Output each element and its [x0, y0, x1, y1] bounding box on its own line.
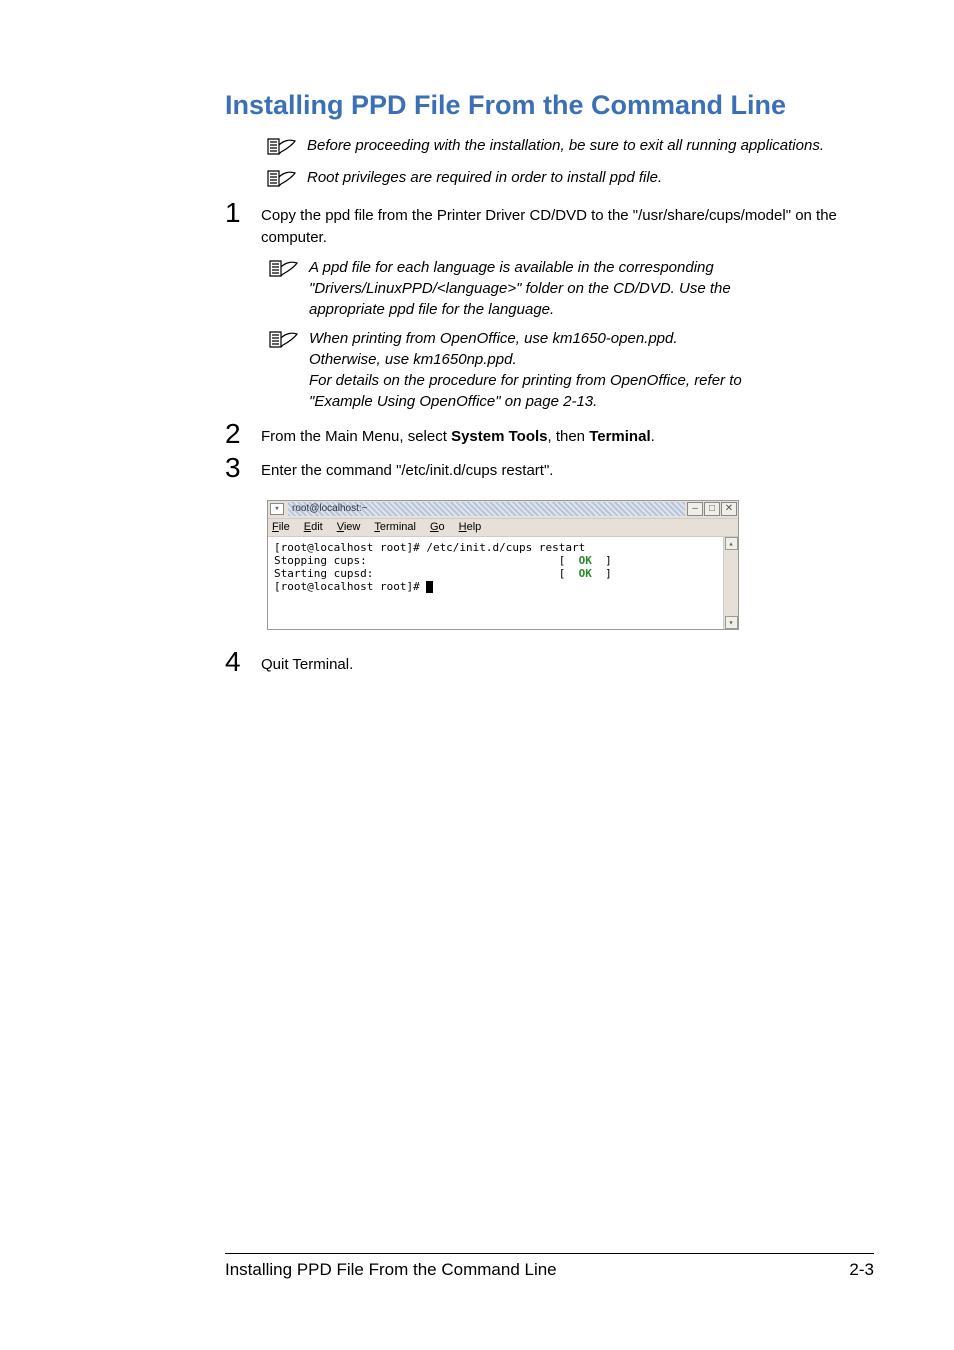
maximize-button[interactable]: □ — [704, 502, 720, 516]
page-heading: Installing PPD File From the Command Lin… — [225, 90, 874, 121]
note-icon — [265, 135, 301, 157]
step-4: 4 Quit Terminal. — [225, 648, 874, 676]
terminal-screenshot: ▾ root@localhost:~ – □ ✕ File Edit View … — [267, 500, 874, 630]
step-text: Quit Terminal. — [261, 648, 353, 676]
cursor-icon — [426, 581, 433, 593]
scroll-down-icon[interactable]: ▾ — [725, 616, 738, 629]
window-title: root@localhost:~ — [288, 502, 685, 516]
menu-file[interactable]: File — [272, 521, 290, 533]
minimize-button[interactable]: – — [687, 502, 703, 516]
step-number: 1 — [225, 199, 261, 227]
menu-view[interactable]: View — [337, 521, 361, 533]
menu-edit[interactable]: Edit — [304, 521, 323, 533]
menu-go[interactable]: Go — [430, 521, 445, 533]
step-number: 4 — [225, 648, 261, 676]
step-text: From the Main Menu, select System Tools,… — [261, 420, 655, 448]
step-3: 3 Enter the command "/etc/init.d/cups re… — [225, 454, 874, 482]
menu-help[interactable]: Help — [459, 521, 482, 533]
window-menu-icon[interactable]: ▾ — [270, 503, 284, 515]
note-icon — [267, 328, 303, 350]
note-3: A ppd file for each language is availabl… — [267, 257, 874, 320]
page-footer: Installing PPD File From the Command Lin… — [225, 1253, 874, 1280]
step-1: 1 Copy the ppd file from the Printer Dri… — [225, 199, 874, 249]
scrollbar[interactable]: ▴ ▾ — [723, 537, 738, 629]
terminal-titlebar: ▾ root@localhost:~ – □ ✕ — [268, 501, 738, 519]
close-button[interactable]: ✕ — [721, 502, 737, 516]
note-1: Before proceeding with the installation,… — [225, 135, 874, 157]
page-number: 2-3 — [849, 1260, 874, 1280]
footer-title: Installing PPD File From the Command Lin… — [225, 1260, 557, 1280]
menu-terminal[interactable]: Terminal — [374, 521, 416, 533]
step-2: 2 From the Main Menu, select System Tool… — [225, 420, 874, 448]
note-text: When printing from OpenOffice, use km165… — [309, 328, 749, 412]
terminal-menubar: File Edit View Terminal Go Help — [268, 519, 738, 537]
step-number: 3 — [225, 454, 261, 482]
note-text: A ppd file for each language is availabl… — [309, 257, 749, 320]
step-number: 2 — [225, 420, 261, 448]
note-text: Before proceeding with the installation,… — [307, 135, 824, 156]
step-text: Enter the command "/etc/init.d/cups rest… — [261, 454, 553, 482]
note-text: Root privileges are required in order to… — [307, 167, 662, 188]
scroll-up-icon[interactable]: ▴ — [725, 537, 738, 550]
note-icon — [267, 257, 303, 279]
terminal-output[interactable]: [root@localhost root]# /etc/init.d/cups … — [268, 537, 723, 629]
note-4: When printing from OpenOffice, use km165… — [267, 328, 874, 412]
step-text: Copy the ppd file from the Printer Drive… — [261, 199, 874, 249]
note-2: Root privileges are required in order to… — [225, 167, 874, 189]
note-icon — [265, 167, 301, 189]
